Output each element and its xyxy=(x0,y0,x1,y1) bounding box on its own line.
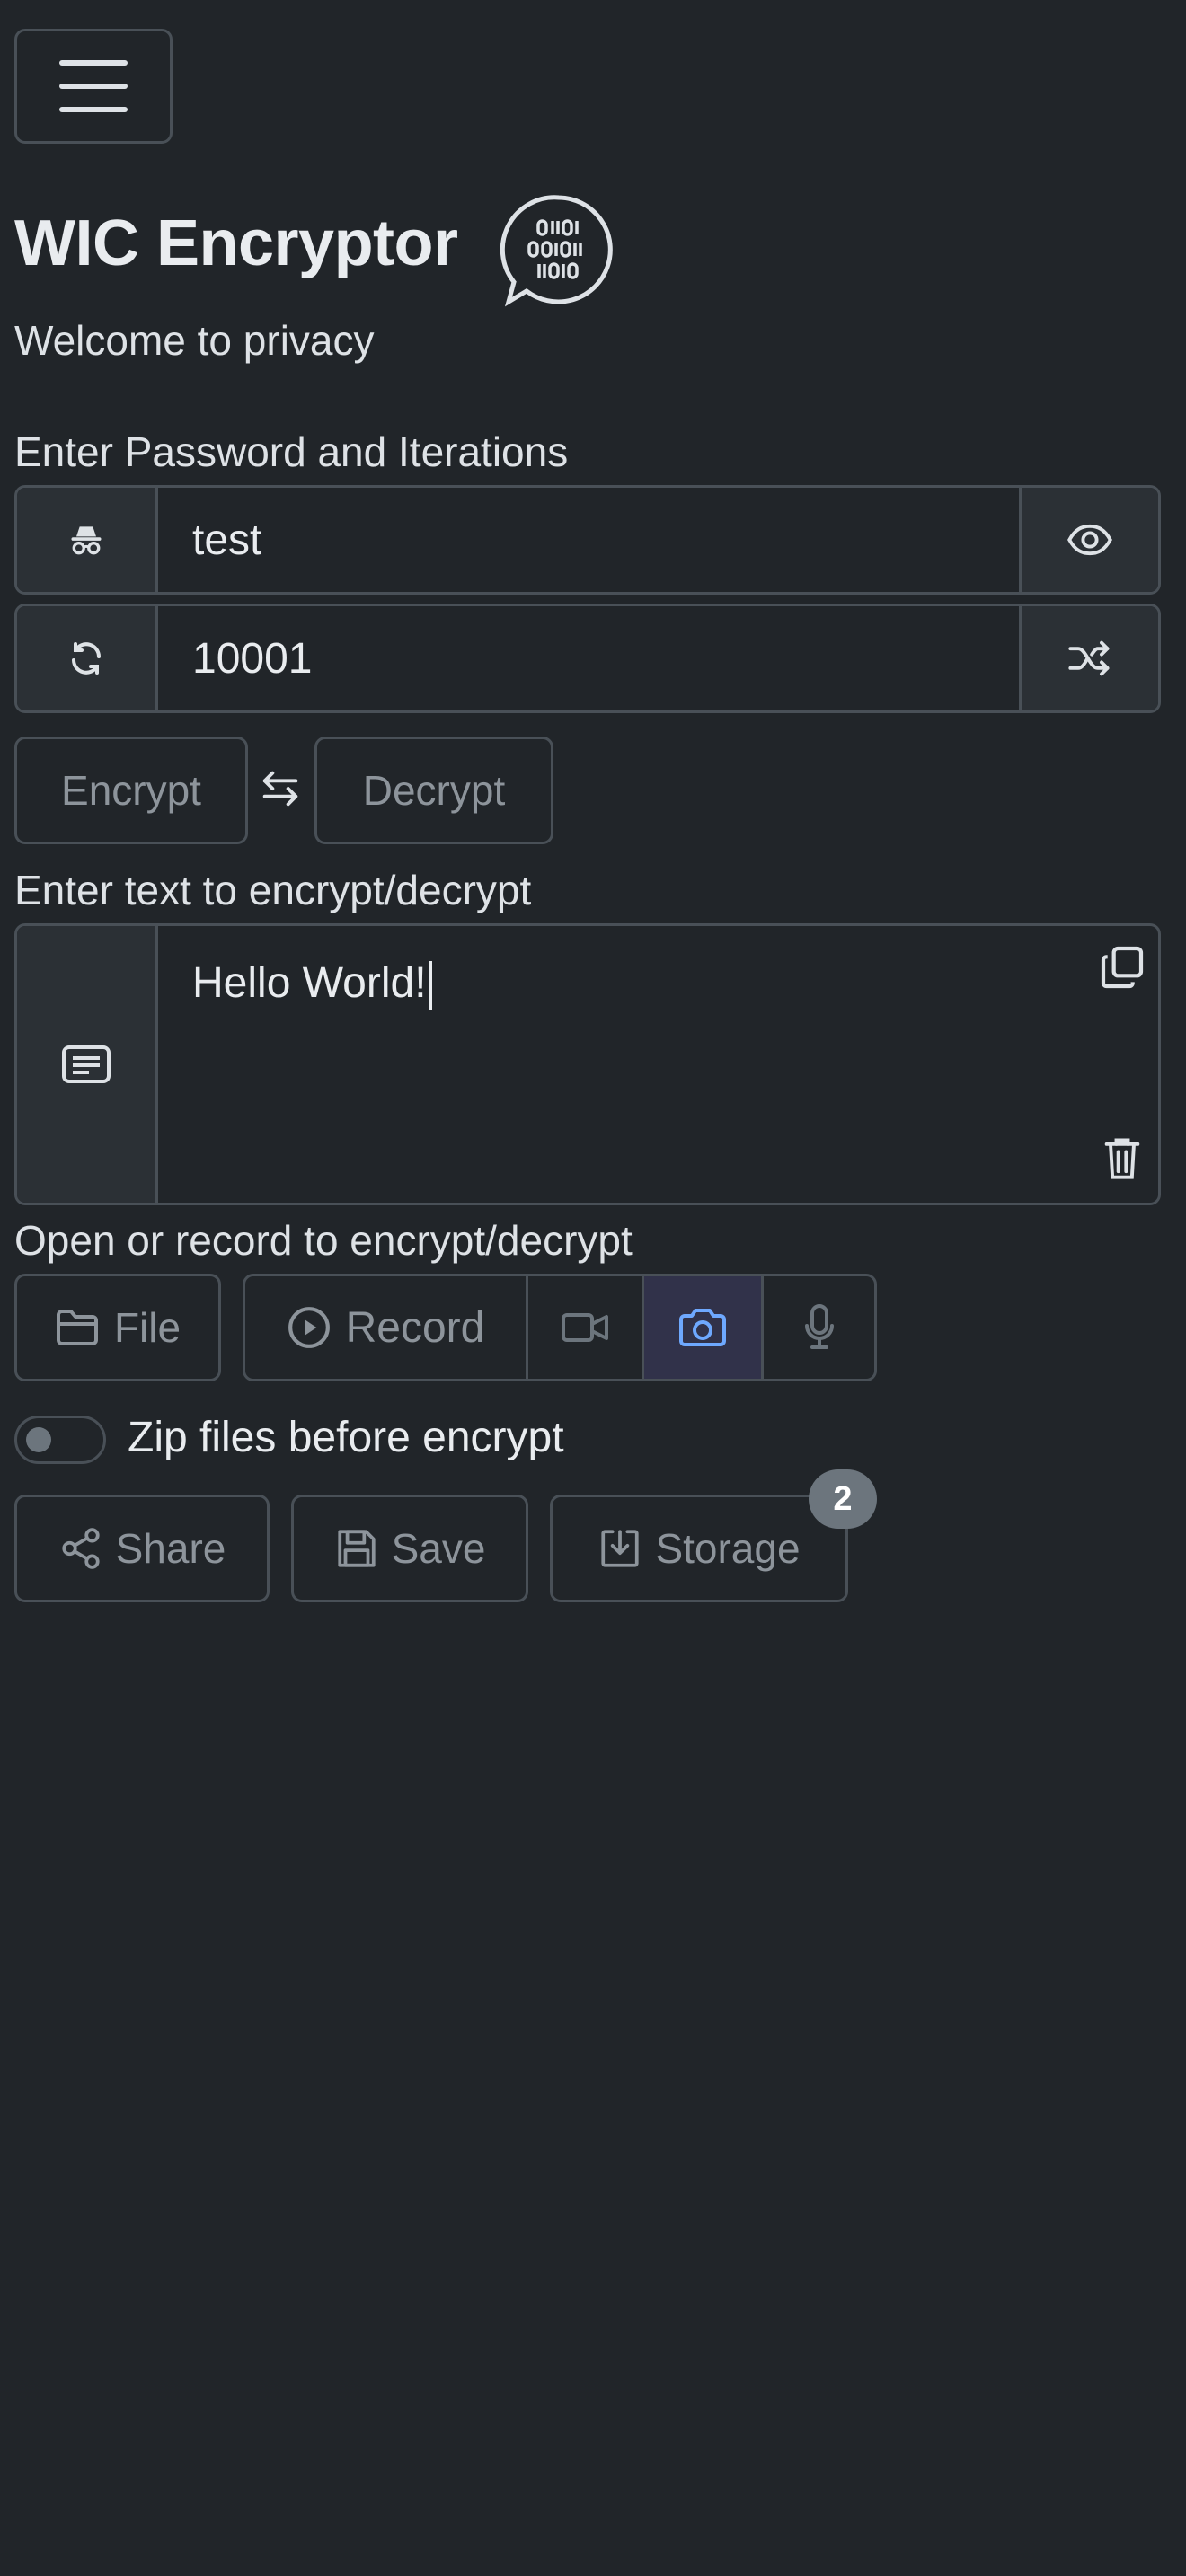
decrypt-button[interactable]: Decrypt xyxy=(314,737,553,844)
toggle-knob xyxy=(26,1427,51,1452)
eye-icon xyxy=(1067,524,1112,556)
download-box-icon xyxy=(601,1530,640,1567)
play-circle-icon xyxy=(288,1307,330,1348)
floppy-disk-icon xyxy=(337,1530,376,1567)
swap-arrows-icon[interactable] xyxy=(253,762,307,816)
save-label: Save xyxy=(391,1525,486,1572)
text-caret xyxy=(428,961,432,1010)
binary-chat-logo-icon xyxy=(500,190,618,309)
password-section-label: Enter Password and Iterations xyxy=(14,428,569,475)
iterations-input-group: 10001 xyxy=(14,604,1161,713)
video-source-button[interactable] xyxy=(526,1276,642,1379)
share-icon xyxy=(62,1528,100,1569)
camera-icon xyxy=(679,1309,726,1346)
password-input-group: test xyxy=(14,485,1161,595)
storage-label: Storage xyxy=(655,1525,801,1572)
refresh-icon xyxy=(17,606,158,710)
text-section-label: Enter text to encrypt/decrypt xyxy=(14,867,532,913)
text-icon xyxy=(17,926,158,1203)
copy-icon[interactable] xyxy=(1097,942,1147,1003)
microphone-source-button[interactable] xyxy=(761,1276,874,1379)
record-button-group: Record xyxy=(243,1274,877,1381)
zip-toggle-label: Zip files before encrypt xyxy=(128,1414,564,1461)
storage-count-badge: 2 xyxy=(809,1469,877,1529)
iterations-field[interactable]: 10001 xyxy=(158,606,1019,710)
file-label: File xyxy=(113,1304,181,1351)
record-label: Record xyxy=(345,1303,485,1352)
microphone-icon xyxy=(804,1304,834,1349)
password-field[interactable]: test xyxy=(158,488,1019,592)
save-button[interactable]: Save xyxy=(291,1495,528,1602)
randomize-iterations-button[interactable] xyxy=(1019,606,1158,710)
record-button[interactable]: Record xyxy=(245,1276,526,1379)
page-title: WIC Encryptor xyxy=(14,207,458,279)
toggle-visibility-button[interactable] xyxy=(1019,488,1158,592)
trash-icon[interactable] xyxy=(1101,1134,1144,1192)
text-input-group: Hello World! xyxy=(14,923,1161,1205)
storage-button[interactable]: Storage xyxy=(550,1495,848,1602)
media-section-label: Open or record to encrypt/decrypt xyxy=(14,1217,633,1264)
incognito-icon xyxy=(17,488,158,592)
page-subtitle: Welcome to privacy xyxy=(14,317,375,364)
video-camera-icon xyxy=(562,1313,608,1342)
hamburger-icon xyxy=(59,60,128,112)
text-value: Hello World! xyxy=(192,959,427,1007)
shuffle-icon xyxy=(1068,640,1110,676)
share-label: Share xyxy=(115,1525,226,1572)
menu-button[interactable] xyxy=(14,29,173,144)
share-button[interactable]: Share xyxy=(14,1495,270,1602)
encrypt-button[interactable]: Encrypt xyxy=(14,737,248,844)
zip-toggle[interactable] xyxy=(14,1416,106,1464)
file-button[interactable]: File xyxy=(14,1274,221,1381)
folder-icon xyxy=(56,1310,98,1345)
text-input[interactable]: Hello World! xyxy=(158,926,1158,1203)
camera-source-button[interactable] xyxy=(642,1276,761,1379)
